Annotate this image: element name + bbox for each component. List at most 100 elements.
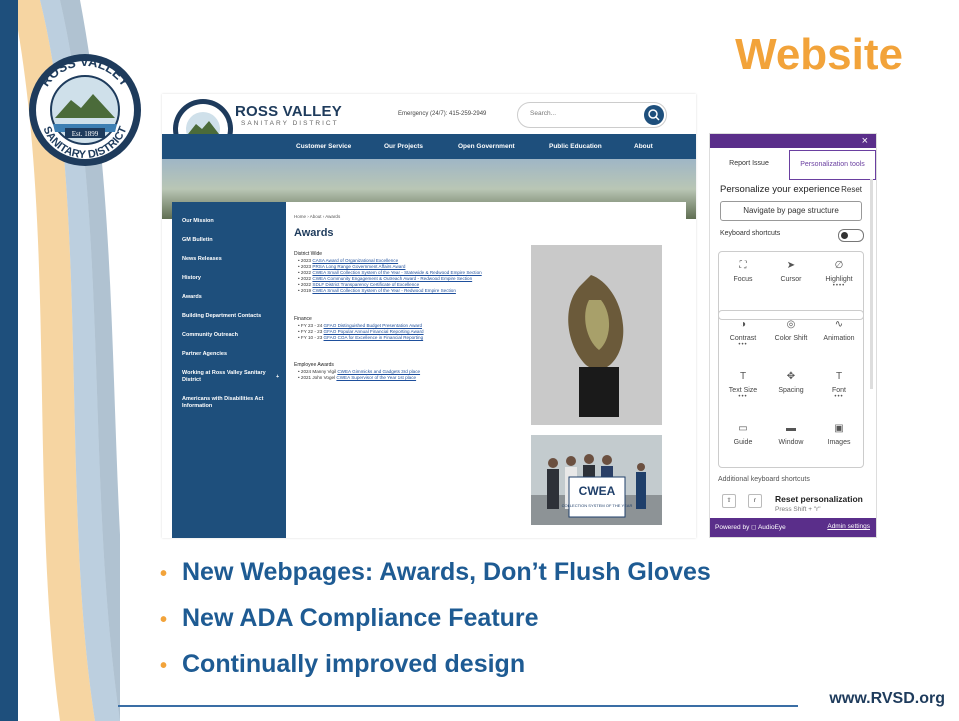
additional-shortcuts-label: Additional keyboard shortcuts [718,476,810,483]
award-year: 2022 [300,282,312,287]
tool-focus[interactable]: ⛶ Focus [719,252,767,283]
shortcut-hint: Press Shift + "r" [775,506,821,513]
tool-label: Window [778,439,804,446]
award-link[interactable]: CWEA Community Engagement & Outreach Awa… [312,276,472,281]
tab-report-issue[interactable]: Report Issue [710,150,788,178]
sidebar-item-news-releases[interactable]: News Releases [182,256,278,263]
panel-scrollbar[interactable] [870,179,873,389]
award-row: • 2019 CWEA Small Collection System of t… [298,288,456,293]
nav-customer-service[interactable]: Customer Service [296,143,351,150]
tool-label: Focus [733,276,753,283]
award-link[interactable]: PRSA Long Range Government Affairs Award [312,264,405,269]
personalization-panel: × Report Issue Personalization tools Per… [709,133,877,538]
sidebar-item-our-mission[interactable]: Our Mission [182,218,278,225]
search-button[interactable] [644,105,664,125]
shift-key-icon: ⇧ [722,494,736,508]
award-link[interactable]: CWEA Gimmicks and Gadgets 3rd place [337,369,420,374]
tool-label: Images [827,439,851,446]
tool-cursor[interactable]: ➤ Cursor [767,252,815,283]
nav-our-projects[interactable]: Our Projects [384,143,423,150]
sidebar-expand-plus[interactable]: + [276,374,284,381]
svg-text:Est. 1899: Est. 1899 [72,130,99,138]
award-link[interactable]: GFAO Distinguished Budget Presentation A… [324,323,422,328]
award-row: • 2022 CWEA Community Engagement & Outre… [298,276,473,281]
sidebar-item-ada-information[interactable]: Americans with Disabilities Act Informat… [182,396,278,410]
guide-icon: ▭ [738,423,748,434]
award-link[interactable]: CWEA Small Collection System of the Year… [312,270,481,275]
tool-label: Color Shift [774,335,808,342]
reset-personalization-button[interactable]: Reset personalization [775,494,863,504]
breadcrumb[interactable]: Home › About › Awards [294,214,340,219]
banner-subtitle: COLLECTION SYSTEM OF THE YEAR [562,503,633,508]
award-row: • 2023 PRSA Long Range Government Affair… [298,264,406,269]
section-heading-employee: Employee Awards [294,362,334,368]
sidebar-item-gm-bulletin[interactable]: GM Bulletin [182,237,278,244]
bullet-item: • New ADA Compliance Feature [160,604,539,633]
close-icon[interactable]: × [862,135,868,147]
award-link[interactable]: CWEA Small Collection System of the Year… [312,288,456,293]
award-link[interactable]: GFAO Popular Annual Financial Reporting … [324,329,424,334]
text-size-icon: T [739,371,747,382]
admin-settings-link[interactable]: Admin settings [827,523,870,530]
contrast-icon: ◑ [739,319,747,330]
font-icon: T [835,371,843,382]
sidebar-item-history[interactable]: History [182,275,278,282]
site-brand-name: ROSS VALLEY [235,103,342,120]
sidebar-item-working-at-rvsd[interactable]: Working at Ross Valley Sanitary District [182,370,266,384]
tool-contrast[interactable]: ◑ Contrast ••• [719,311,767,348]
animation-icon: ∿ [834,319,844,330]
website-url: www.RVSD.org [829,690,945,707]
website-screenshot: ROSS VALLEY SANITARY DISTRICT Emergency … [162,94,696,538]
award-year: 2019 [300,288,312,293]
bullet-text: Continually improved design [182,650,526,678]
panel-footer: Powered by ◻ AudioEye Admin settings [710,518,876,537]
tab-personalization-tools[interactable]: Personalization tools [789,150,876,180]
more-dots: ••• [738,394,748,400]
award-year: FY 22 - 23 [300,329,323,334]
tool-spacing[interactable]: ✥ Spacing [767,363,815,394]
color-shift-icon: ◎ [786,319,796,330]
tools-grid-bottom: ◑ Contrast ••• ◎ Color Shift ∿ Animation T Te… [718,310,864,468]
tool-label: Highlight [825,276,853,283]
award-year: FY 10 - 23 [300,335,323,340]
tool-font[interactable]: T Font ••• [815,363,863,400]
nav-public-education[interactable]: Public Education [549,143,602,150]
sidebar-item-building-contacts[interactable]: Building Department Contacts [182,313,278,320]
sidebar-item-community-outreach[interactable]: Community Outreach [182,332,278,339]
tool-animation[interactable]: ∿ Animation [815,311,863,342]
tool-text-size[interactable]: T Text Size ••• [719,363,767,400]
bullet-item: • New Webpages: Awards, Don’t Flush Glove… [160,558,711,587]
tool-highlight[interactable]: ∅ Highlight •••• [815,252,863,289]
award-row: • 2022 CWEA Small Collection System of t… [298,270,482,275]
award-row: • 2022 SDLF District Transparency Certif… [298,282,420,287]
site-search-input[interactable]: Search... [517,102,667,128]
tool-label: Animation [823,335,855,342]
site-header: ROSS VALLEY SANITARY DISTRICT Emergency … [162,94,696,159]
more-dots: •••• [832,283,846,289]
tool-guide[interactable]: ▭ Guide [719,415,767,446]
tool-label: Cursor [780,276,802,283]
more-dots: ••• [738,342,748,348]
keyboard-shortcuts-toggle[interactable] [838,229,864,242]
award-link[interactable]: SDLF District Transparency Certificate o… [312,282,419,287]
sidebar-item-partner-agencies[interactable]: Partner Agencies [182,351,278,358]
tool-color-shift[interactable]: ◎ Color Shift [767,311,815,342]
sidebar-item-awards[interactable]: Awards [182,294,278,301]
tool-window[interactable]: ▬ Window [767,415,815,446]
bullet-dot-icon: • [160,609,168,631]
tool-images[interactable]: ▣ Images [815,415,863,446]
bullet-dot-icon: • [160,655,168,677]
award-link[interactable]: CASA Award of Organizational Excellence [312,258,398,263]
nav-about[interactable]: About [634,143,653,150]
award-link[interactable]: CWEA Supervisor of the Year 1st place [336,375,416,380]
award-row: • FY 23 - 24 GFAO Distinguished Budget P… [298,323,423,328]
emergency-phone: Emergency (24/7): 415-259-2949 [398,111,487,117]
reset-button[interactable]: Reset [841,185,862,194]
tool-label: Guide [733,439,753,446]
navigate-structure-button[interactable]: Navigate by page structure [720,201,862,221]
nav-open-government[interactable]: Open Government [458,143,515,150]
cursor-icon: ➤ [786,260,796,271]
award-link[interactable]: GFAO COA for Excellence in Financial Rep… [324,335,424,340]
powered-by-audioeye[interactable]: Powered by ◻ AudioEye [715,523,786,531]
bullet-item: • Continually improved design [160,650,525,679]
